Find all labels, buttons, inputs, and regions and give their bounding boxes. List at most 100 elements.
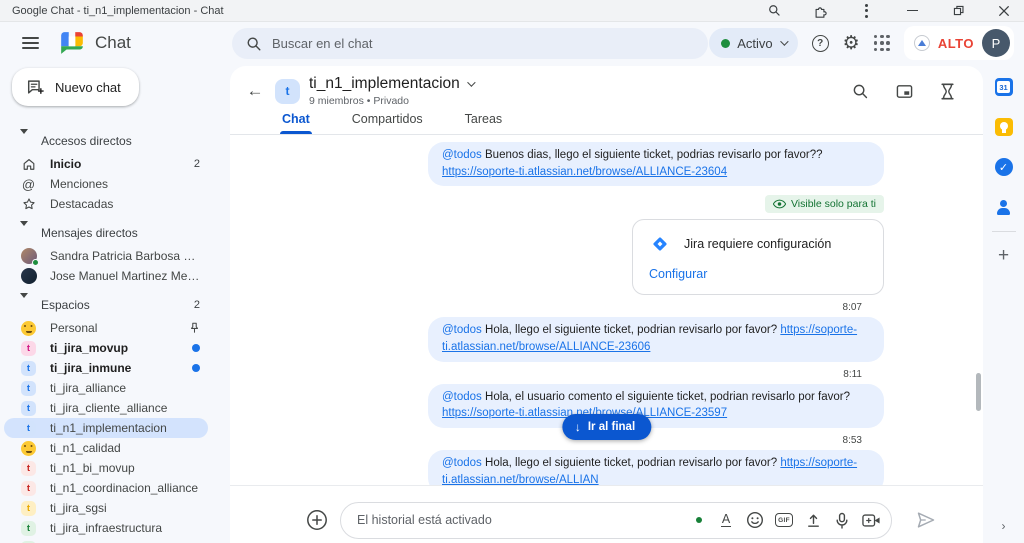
help-icon[interactable]: ? — [812, 35, 829, 52]
emoji-avatar — [21, 441, 36, 456]
google-apps-rail: 31 ✓ + › — [983, 64, 1024, 543]
search-in-chat-icon[interactable] — [852, 83, 869, 100]
google-chat-logo — [59, 30, 85, 56]
sidebar: Nuevo chat Accesos directos Inicio 2 @ M… — [0, 64, 230, 543]
item-label: Inicio — [50, 157, 181, 171]
space-item-ti-n1-bi-movup[interactable]: t ti_n1_bi_movup — [4, 458, 208, 478]
browser-zoom-icon[interactable] — [766, 3, 782, 19]
jira-logo-icon — [649, 233, 671, 255]
upload-button[interactable] — [803, 510, 823, 530]
message-bubble: @todos Hola, el usuario comento el sigui… — [428, 384, 884, 428]
jump-to-latest-button[interactable]: ↓ Ir al final — [562, 414, 651, 440]
contacts-app-icon[interactable] — [994, 197, 1014, 217]
tasks-app-icon[interactable]: ✓ — [994, 157, 1014, 177]
jira-configure-link[interactable]: Configurar — [649, 267, 867, 281]
item-label: ti_n1_coordinacion_alliance — [50, 481, 200, 495]
section-shortcuts[interactable]: Accesos directos — [4, 130, 208, 152]
send-button[interactable] — [916, 511, 936, 529]
expand-panel-chevron-icon[interactable]: › — [1002, 519, 1006, 533]
mention-todos[interactable]: @todos — [442, 149, 482, 161]
restore-button[interactable] — [950, 3, 966, 19]
space-item-ti-jira-movup[interactable]: t ti_jira_movup — [4, 338, 208, 358]
new-chat-label: Nuevo chat — [55, 80, 121, 95]
browser-menu-icon[interactable] — [858, 3, 874, 19]
unread-count-badge: 2 — [194, 158, 200, 170]
presence-status-selector[interactable]: Activo — [709, 28, 797, 58]
space-item-ti-jira-inmune[interactable]: t ti_jira_inmune — [4, 358, 208, 378]
chevron-down-icon — [780, 37, 788, 45]
space-item-ti-n1-coordinacion-alliance[interactable]: t ti_n1_coordinacion_alliance — [4, 478, 208, 498]
search-bar[interactable] — [232, 28, 708, 59]
app-header: Chat Activo ? ⚙ ALTO P — [0, 22, 1024, 64]
mention-todos[interactable]: @todos — [442, 324, 482, 336]
account-pill[interactable]: ALTO P — [904, 26, 1014, 60]
gif-button[interactable]: GIF — [774, 510, 794, 530]
picture-in-picture-icon[interactable] — [896, 83, 913, 100]
calendar-app-icon[interactable]: 31 — [994, 77, 1014, 97]
unread-count-badge: 2 — [194, 299, 200, 311]
chevron-down-icon — [467, 78, 475, 86]
item-label: ti_n1_bi_movup — [50, 461, 200, 475]
item-label: ti_jira_inmune — [50, 361, 179, 375]
mention-todos[interactable]: @todos — [442, 457, 482, 469]
mention-todos[interactable]: @todos — [442, 391, 482, 403]
new-chat-icon — [26, 78, 44, 96]
message-text: Buenos dias, llego el siguiente ticket, … — [482, 149, 823, 161]
ticket-link[interactable]: https://soporte-ti.atlassian.net/browse/… — [442, 166, 727, 178]
message-bubble: @todos Hola, llego el siguiente ticket, … — [428, 450, 884, 485]
emoji-button[interactable] — [745, 510, 765, 530]
message-text: Hola, llego el siguiente ticket, podrian… — [482, 457, 781, 469]
settings-gear-icon[interactable]: ⚙ — [843, 34, 860, 53]
video-meeting-button[interactable] — [861, 510, 881, 530]
tab-tareas[interactable]: Tareas — [463, 109, 505, 134]
space-item-ti-n1-calidad[interactable]: ti_n1_calidad — [4, 438, 208, 458]
main-menu-icon[interactable] — [22, 37, 39, 49]
get-addons-button[interactable]: + — [998, 246, 1009, 265]
dm-item[interactable]: Jose Manuel Martinez Mend... — [4, 266, 208, 286]
space-item-ti-jira-alliance[interactable]: t ti_jira_alliance — [4, 378, 208, 398]
room-title-menu[interactable]: ti_n1_implementacion — [309, 75, 473, 93]
space-item-ti-jira-infraestructura[interactable]: t ti_jira_infraestructura — [4, 518, 208, 538]
new-chat-button[interactable]: Nuevo chat — [12, 68, 139, 106]
sidebar-item-menciones[interactable]: @ Menciones — [4, 174, 208, 194]
google-apps-grid-icon[interactable] — [874, 35, 890, 51]
message-text: Hola, el usuario comento el siguiente ti… — [482, 391, 850, 403]
profile-avatar[interactable]: P — [982, 29, 1010, 57]
space-item-ti-jira-sgsi[interactable]: t ti_jira_sgsi — [4, 498, 208, 518]
dm-item[interactable]: Sandra Patricia Barbosa Mor... — [4, 246, 208, 266]
close-button[interactable] — [996, 3, 1012, 19]
tab-compartidos[interactable]: Compartidos — [350, 109, 425, 134]
search-input[interactable] — [272, 36, 694, 51]
back-arrow-icon[interactable]: ← — [244, 81, 266, 101]
space-item-ti-jira-cliente-alliance[interactable]: t ti_jira_cliente_alliance — [4, 398, 208, 418]
sidebar-item-inicio[interactable]: Inicio 2 — [4, 154, 208, 174]
item-label: ti_jira_infraestructura — [50, 521, 200, 535]
sidebar-item-destacadas[interactable]: Destacadas — [4, 194, 208, 214]
extensions-icon[interactable] — [812, 3, 828, 19]
browser-titlebar: Google Chat - ti_n1_implementacion - Cha… — [0, 0, 1024, 22]
item-label: Sandra Patricia Barbosa Mor... — [50, 249, 200, 263]
mic-button[interactable] — [832, 510, 852, 530]
message-input[interactable] — [357, 513, 687, 527]
space-item-personal[interactable]: Personal — [4, 318, 208, 338]
message-timestamp: 8:11 — [843, 369, 862, 380]
keep-app-icon[interactable] — [994, 117, 1014, 137]
jira-card-title: Jira requiere configuración — [684, 237, 831, 251]
item-label: ti_n1_calidad — [50, 441, 200, 455]
message-timestamp: 8:53 — [843, 435, 862, 446]
message-bubble: @todos Hola, llego el siguiente ticket, … — [428, 317, 884, 361]
space-item-ti-n1-datalab[interactable]: t ti_n1_datalab — [4, 538, 208, 543]
message-timestamp: 8:07 — [843, 302, 862, 313]
section-espacios[interactable]: Espacios 2 — [4, 294, 208, 316]
tab-chat[interactable]: Chat — [280, 109, 312, 134]
section-label: Espacios — [41, 298, 90, 312]
text-format-button[interactable]: A — [716, 510, 736, 530]
history-hourglass-icon[interactable] — [940, 83, 955, 100]
space-item-ti-n1-implementacion[interactable]: t ti_n1_implementacion — [4, 418, 208, 438]
add-attachment-button[interactable] — [306, 509, 328, 531]
minimize-button[interactable] — [904, 3, 920, 19]
section-direct-messages[interactable]: Mensajes directos — [4, 222, 208, 244]
chat-scrollbar[interactable] — [976, 373, 981, 411]
space-avatar: t — [21, 461, 36, 476]
item-label: Destacadas — [50, 197, 200, 211]
